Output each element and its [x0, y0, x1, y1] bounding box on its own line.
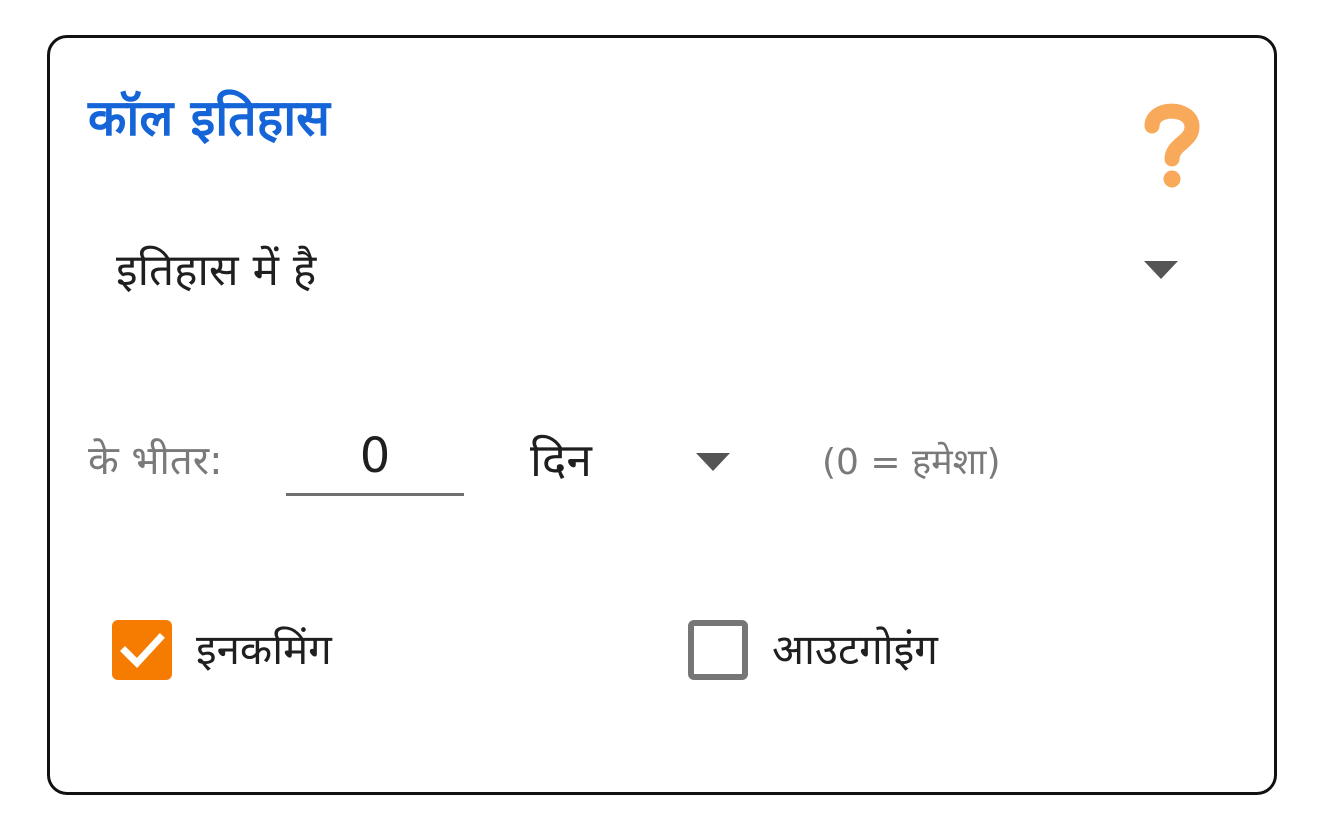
- caret-down-icon: [1144, 261, 1178, 279]
- within-label: के भीतर:: [88, 438, 223, 484]
- time-unit-dropdown[interactable]: दिन: [520, 418, 740, 498]
- time-unit-value: दिन: [530, 433, 592, 487]
- days-input[interactable]: [286, 418, 464, 496]
- outgoing-checkbox[interactable]: [688, 620, 748, 680]
- history-mode-dropdown[interactable]: इतिहास में है: [110, 233, 1190, 313]
- history-mode-value: इतिहास में है: [116, 245, 317, 296]
- caret-down-icon: [696, 453, 730, 471]
- outgoing-label: आउटगोइंग: [772, 625, 938, 674]
- question-mark-dot: [1163, 170, 1181, 188]
- question-mark-stroke: [1144, 103, 1200, 167]
- checkmark-icon: [120, 633, 165, 669]
- always-hint: (0 = हमेशा): [822, 442, 1001, 483]
- incoming-checkbox[interactable]: [112, 620, 172, 680]
- outgoing-checkbox-row[interactable]: आउटगोइंग: [686, 610, 1146, 690]
- question-mark-icon[interactable]: [1142, 100, 1202, 190]
- call-history-card: कॉल इतिहास इतिहास में है के भीतर: दिन (0…: [47, 35, 1277, 795]
- incoming-checkbox-row[interactable]: इनकमिंग: [110, 610, 530, 690]
- incoming-label: इनकमिंग: [196, 625, 332, 674]
- card-title: कॉल इतिहास: [88, 89, 330, 147]
